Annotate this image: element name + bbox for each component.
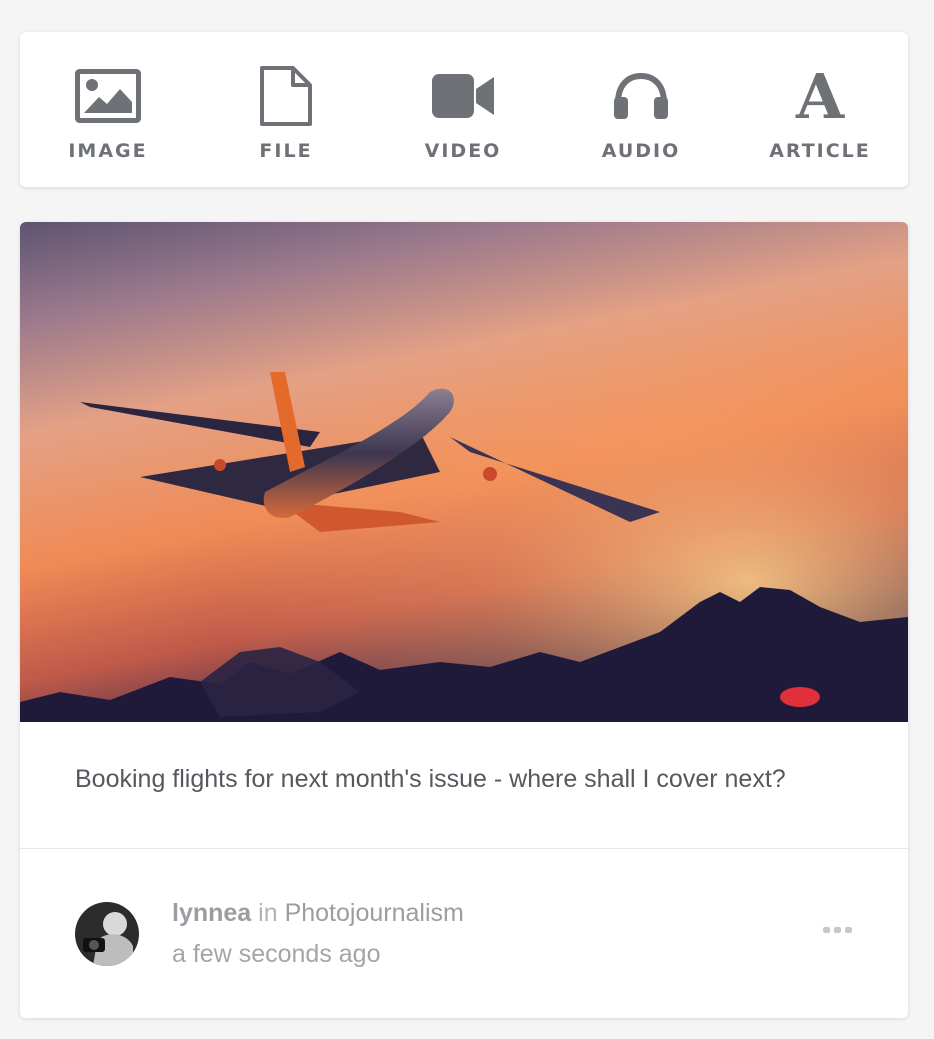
in-word: in	[258, 899, 278, 927]
community-link[interactable]: Photojournalism	[285, 899, 464, 927]
video-post-button[interactable]: VIDEO	[383, 32, 543, 187]
author-link[interactable]: lynnea	[172, 899, 251, 927]
audio-label: AUDIO	[601, 140, 681, 162]
file-icon	[253, 64, 319, 128]
post-card: Booking flights for next month's issue -…	[20, 222, 908, 1018]
image-icon	[75, 64, 141, 128]
image-post-button[interactable]: IMAGE	[28, 32, 188, 187]
more-options-button[interactable]	[820, 922, 856, 938]
headphones-icon	[608, 64, 674, 128]
audio-post-button[interactable]: AUDIO	[561, 32, 721, 187]
post-timestamp: a few seconds ago	[172, 940, 381, 968]
post-type-toolbar: IMAGE FILE VIDEO AUDIO A ARTICLE	[20, 32, 908, 187]
video-camera-icon	[430, 64, 496, 128]
post-image[interactable]	[20, 222, 908, 722]
post-meta: lynnea in Photojournalism	[172, 899, 464, 928]
avatar[interactable]	[75, 902, 139, 966]
article-icon: A	[795, 60, 845, 133]
article-label: ARTICLE	[769, 140, 871, 162]
file-label: FILE	[259, 140, 313, 162]
article-post-button[interactable]: A ARTICLE	[740, 32, 900, 187]
video-label: VIDEO	[424, 140, 502, 162]
more-dots-icon	[823, 927, 852, 933]
image-label: IMAGE	[68, 140, 148, 162]
file-post-button[interactable]: FILE	[206, 32, 366, 187]
divider	[20, 848, 908, 849]
post-caption: Booking flights for next month's issue -…	[75, 765, 786, 793]
